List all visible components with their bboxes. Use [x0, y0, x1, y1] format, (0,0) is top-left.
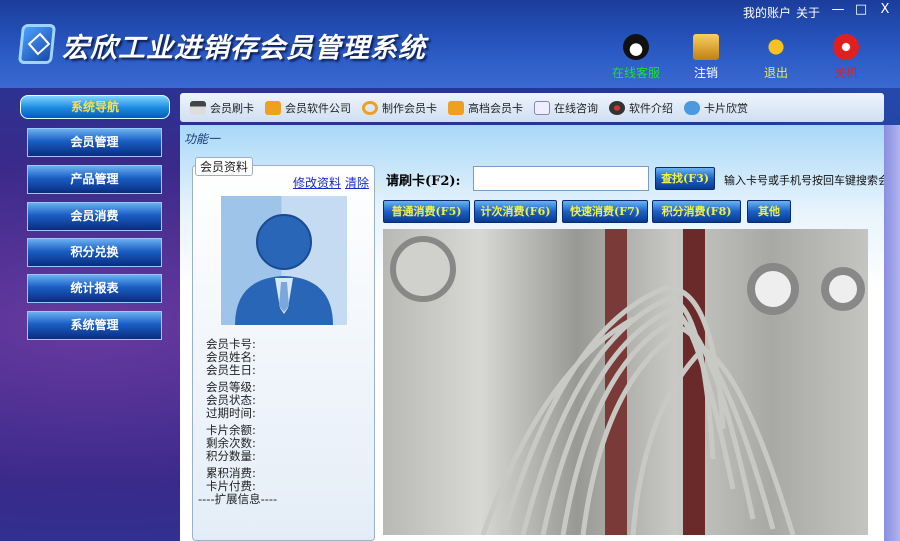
running-man-icon — [763, 34, 789, 60]
other-button[interactable]: 其他 — [747, 200, 791, 223]
field-points: 积分数量: — [206, 449, 256, 463]
tool-label: 关机 — [833, 66, 858, 80]
avatar — [221, 196, 347, 325]
toolbar-online-consult[interactable]: 在线咨询 — [534, 100, 598, 116]
quick-consume-button[interactable]: 快速消费(F7) — [562, 200, 648, 223]
maximize-button[interactable]: □ — [853, 2, 869, 17]
qq-penguin-icon — [623, 34, 649, 60]
right-scrollbar[interactable] — [884, 125, 900, 541]
about-link[interactable]: 关于 — [796, 4, 820, 21]
search-button[interactable]: 查找(F3) — [655, 167, 715, 190]
field-birthday: 会员生日: — [206, 363, 256, 377]
edit-info-link[interactable]: 修改资料 — [293, 174, 341, 191]
shutdown-button[interactable]: 关机 — [816, 34, 876, 81]
my-account-link[interactable]: 我的账户 — [743, 4, 791, 21]
extended-info-label: ----扩展信息---- — [198, 492, 278, 506]
card-search-input[interactable] — [473, 166, 649, 191]
lock-icon — [693, 34, 719, 60]
toolbar-label: 软件介绍 — [629, 101, 673, 115]
close-button[interactable]: X — [877, 2, 893, 17]
power-icon — [833, 34, 859, 60]
toolbar-label: 在线咨询 — [554, 101, 598, 115]
member-field-list: 会员卡号: 会员姓名: 会员生日: 会员等级: 会员状态: 过期时间: 卡片余额… — [198, 338, 277, 506]
nav-points-exchange[interactable]: 积分兑换 — [27, 238, 162, 267]
nav-member-consumption[interactable]: 会员消费 — [27, 202, 162, 231]
toolbar-make-card[interactable]: 制作会员卡 — [362, 100, 437, 116]
toolbar-label: 会员软件公司 — [285, 101, 351, 115]
toolbar: 会员刷卡 会员软件公司 制作会员卡 高档会员卡 在线咨询 软件介绍 卡片欣赏 — [180, 93, 884, 122]
app-logo-icon — [17, 24, 57, 64]
section-title: 功能一 — [184, 132, 221, 146]
toolbar-card-gallery[interactable]: 卡片欣赏 — [684, 100, 748, 116]
toolbar-label: 会员刷卡 — [210, 101, 254, 115]
member-group-title: 会员资料 — [195, 157, 254, 176]
online-service-button[interactable]: 在线客服 — [606, 34, 666, 81]
field-expiry: 过期时间: — [206, 406, 256, 420]
points-consume-button[interactable]: 积分消费(F8) — [652, 200, 741, 223]
toolbar-label: 高档会员卡 — [468, 101, 523, 115]
nav-system-management[interactable]: 系统管理 — [27, 311, 162, 340]
exit-button[interactable]: 退出 — [746, 34, 806, 81]
swipe-card-label: 请刷卡(F2): — [386, 174, 461, 189]
user-silhouette-icon — [235, 214, 333, 325]
tool-label: 在线客服 — [611, 66, 660, 80]
logout-button[interactable]: 注销 — [676, 34, 736, 81]
mail-icon — [534, 100, 550, 115]
minimize-button[interactable]: — — [830, 2, 846, 17]
app-title: 宏欣工业进销存会员管理系统 — [62, 33, 426, 64]
toolbar-software-intro[interactable]: 软件介绍 — [609, 100, 673, 116]
toolbar-member-swipe[interactable]: 会员刷卡 — [190, 100, 254, 116]
clear-link[interactable]: 清除 — [345, 174, 369, 191]
toolbar-label: 制作会员卡 — [382, 101, 437, 115]
refresh-icon — [362, 100, 378, 115]
toolbar-premium-card[interactable]: 高档会员卡 — [448, 100, 523, 116]
count-consume-button[interactable]: 计次消费(F6) — [474, 200, 557, 223]
house-icon — [265, 100, 281, 115]
search-hint: 输入卡号或手机号按回车键搜索会 — [724, 174, 889, 187]
toolbar-label: 卡片欣赏 — [704, 101, 748, 115]
nav-product-management[interactable]: 产品管理 — [27, 165, 162, 194]
disc-icon — [609, 100, 625, 115]
house-icon — [448, 100, 464, 115]
cloud-icon — [684, 100, 700, 115]
nav-reports[interactable]: 统计报表 — [27, 274, 162, 303]
toolbar-software-company[interactable]: 会员软件公司 — [265, 100, 351, 116]
nav-header: 系统导航 — [20, 95, 170, 119]
product-photo — [383, 229, 868, 535]
nav-member-management[interactable]: 会员管理 — [27, 128, 162, 157]
card-reader-icon — [190, 100, 206, 115]
pipe-fittings-image — [390, 229, 865, 535]
tool-label: 退出 — [763, 66, 788, 80]
normal-consume-button[interactable]: 普通消费(F5) — [383, 200, 470, 223]
tool-label: 注销 — [693, 66, 718, 80]
